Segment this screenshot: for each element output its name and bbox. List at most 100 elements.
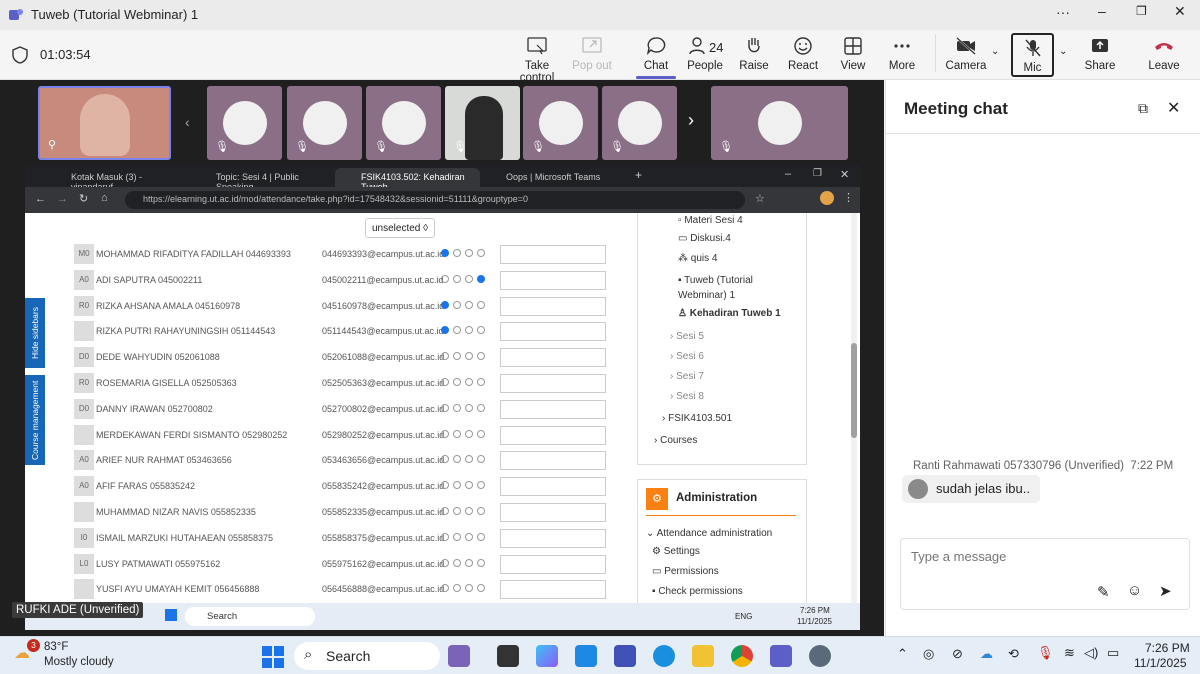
status-radio[interactable] <box>441 455 449 464</box>
browser-close-icon[interactable]: ✕ <box>840 168 849 181</box>
admin-item-settings[interactable]: ⚙ Settings <box>652 546 700 557</box>
nav-item-diskusi[interactable]: ▭ Diskusi.4 <box>678 233 731 244</box>
browser-menu-icon[interactable]: ⋮ <box>843 191 854 204</box>
remarks-input[interactable] <box>500 296 606 316</box>
status-radio[interactable] <box>465 300 473 309</box>
student-name[interactable]: MERDEKAWAN FERDI SISMANTO 052980252 <box>96 430 287 440</box>
wifi-icon[interactable]: ≋ <box>1064 645 1075 661</box>
back-icon[interactable]: ← <box>35 193 46 205</box>
student-name[interactable]: DANNY IRAWAN 052700802 <box>96 404 213 414</box>
profile-avatar[interactable] <box>820 191 834 205</box>
nav-item-sesi8[interactable]: › Sesi 8 <box>670 391 704 402</box>
status-radio[interactable] <box>453 532 461 541</box>
admin-item-attendance[interactable]: ⌄ Attendance administration <box>646 528 772 539</box>
chat-popout-icon[interactable]: ⧉ <box>1138 100 1148 117</box>
status-radio[interactable] <box>477 507 485 515</box>
remarks-input[interactable] <box>500 245 606 264</box>
status-radio[interactable] <box>465 507 473 515</box>
status-radio[interactable] <box>465 352 473 361</box>
tray-app-icon[interactable]: ◎ <box>923 646 934 662</box>
status-radio[interactable] <box>453 249 461 257</box>
browser-minimize-icon[interactable]: – <box>785 168 791 180</box>
status-radio[interactable] <box>477 455 485 464</box>
status-radio[interactable] <box>453 378 461 386</box>
more-button[interactable]: More <box>872 36 932 72</box>
browser-tab-active[interactable]: FSIK4103.502: Kehadiran Tuweb <box>335 168 480 192</box>
camera-button[interactable]: Camera <box>936 36 996 72</box>
status-radio[interactable] <box>453 274 461 283</box>
app-icon-chrome[interactable] <box>731 645 753 667</box>
chat-close-icon[interactable]: ✕ <box>1167 98 1180 118</box>
taskbar-time[interactable]: 7:26 PM <box>1145 641 1190 655</box>
student-name[interactable]: MUHAMMAD NIZAR NAVIS 055852335 <box>96 507 256 517</box>
home-icon[interactable]: ⌂ <box>101 192 108 204</box>
participant-tile[interactable]: 🎙 <box>207 86 282 160</box>
status-radio[interactable] <box>477 584 485 593</box>
status-radio[interactable] <box>465 429 473 438</box>
status-radio[interactable] <box>441 558 449 567</box>
windows-start-icon[interactable] <box>262 646 284 668</box>
status-radio[interactable] <box>453 558 461 567</box>
status-radio[interactable] <box>441 584 449 593</box>
nav-item-materi[interactable]: ▫ Materi Sesi 4 <box>678 215 743 226</box>
nav-item-kehadiran-active[interactable]: ♙ Kehadiran Tuweb 1 <box>678 308 781 319</box>
participant-tile[interactable]: 🎙 <box>366 86 441 160</box>
close-icon[interactable]: ✕ <box>1174 3 1186 20</box>
remarks-input[interactable] <box>500 477 606 497</box>
reload-icon[interactable]: ↻ <box>79 192 88 205</box>
remarks-input[interactable] <box>500 425 606 445</box>
nav-item-courses[interactable]: › Courses <box>654 435 697 446</box>
status-radio[interactable] <box>441 352 449 361</box>
pop-out-button[interactable]: Pop out <box>562 36 622 72</box>
status-radio[interactable] <box>441 378 449 386</box>
course-management-tab[interactable]: Course management <box>25 375 45 465</box>
remarks-input[interactable] <box>500 528 606 548</box>
nav-item-sesi6[interactable]: › Sesi 6 <box>670 351 704 362</box>
remarks-input[interactable] <box>500 580 606 600</box>
status-radio[interactable] <box>441 481 449 490</box>
status-radio[interactable] <box>441 274 449 283</box>
app-icon-copilot[interactable] <box>536 645 558 667</box>
student-name[interactable]: ARIEF NUR RAHMAT 053463656 <box>96 455 232 465</box>
status-radio[interactable] <box>453 300 461 309</box>
nav-item-sesi7[interactable]: › Sesi 7 <box>670 371 704 382</box>
student-name[interactable]: RIZKA AHSANA AMALA 045160978 <box>96 301 240 311</box>
leave-button[interactable]: Leave <box>1134 36 1194 72</box>
remarks-input[interactable] <box>500 554 606 574</box>
strip-next-chevron-icon[interactable]: › <box>688 110 694 131</box>
camera-options-chevron-icon[interactable]: ⌄ <box>991 46 999 57</box>
participant-tile-video[interactable]: 🎙 <box>445 86 520 160</box>
format-icon[interactable]: ✎ <box>1097 583 1110 601</box>
emoji-icon[interactable]: ☺ <box>1127 582 1142 599</box>
minimize-icon[interactable]: – <box>1098 3 1106 19</box>
app-icon-store[interactable] <box>575 645 597 667</box>
status-radio[interactable] <box>465 378 473 386</box>
hide-sidebars-tab[interactable]: Hide sidebars <box>25 298 45 368</box>
participant-tile[interactable]: 🎙 <box>287 86 362 160</box>
maximize-icon[interactable]: ❐ <box>1136 4 1147 18</box>
remarks-input[interactable] <box>500 503 606 522</box>
more-options-icon[interactable]: ··· <box>1056 4 1070 20</box>
app-icon-penguins[interactable] <box>448 645 470 667</box>
filter-select[interactable]: unselected ◊ <box>365 218 435 238</box>
taskbar-search-box[interactable]: ⌕ Search <box>294 642 440 670</box>
student-name[interactable]: LUSY PATMAWATI 055975162 <box>96 559 220 569</box>
admin-item-check-permissions[interactable]: ▪ Check permissions <box>652 586 743 597</box>
status-radio[interactable] <box>453 429 461 438</box>
status-radio[interactable] <box>477 352 485 361</box>
status-radio[interactable] <box>477 403 485 412</box>
status-radio[interactable] <box>477 249 485 257</box>
browser-tab[interactable]: Kotak Masuk (3) - vinandaruf... <box>45 168 190 192</box>
student-name[interactable]: ADI SAPUTRA 045002211 <box>96 275 202 285</box>
nav-item-sesi5[interactable]: › Sesi 5 <box>670 331 704 342</box>
tray-onedrive-icon[interactable]: ☁ <box>980 646 993 662</box>
status-radio[interactable] <box>465 532 473 541</box>
tray-mic-icon[interactable]: 🎙 <box>1037 645 1054 661</box>
status-radio[interactable] <box>477 300 485 309</box>
admin-item-permissions[interactable]: ▭ Permissions <box>652 566 719 577</box>
status-radio[interactable] <box>453 455 461 464</box>
new-tab-icon[interactable]: + <box>635 168 642 182</box>
status-radio[interactable] <box>441 429 449 438</box>
status-radio[interactable] <box>441 403 449 412</box>
send-icon[interactable]: ➤ <box>1159 582 1172 600</box>
